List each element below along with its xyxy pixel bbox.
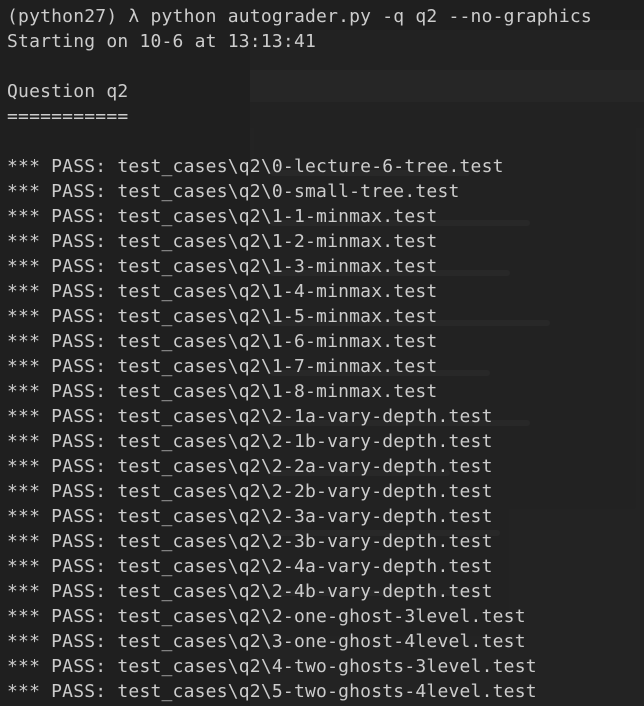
test-result-line: *** PASS: test_cases\q2\2-4b-vary-depth.… [7, 581, 493, 602]
test-result-line: *** PASS: test_cases\q2\2-3a-vary-depth.… [7, 506, 493, 527]
test-result-line: *** PASS: test_cases\q2\2-1b-vary-depth.… [7, 431, 493, 452]
test-result-line: *** PASS: test_cases\q2\1-3-minmax.test [7, 256, 438, 277]
blank-line [7, 129, 592, 154]
test-result-line: *** PASS: test_cases\q2\1-8-minmax.test [7, 381, 438, 402]
test-result-line: *** PASS: test_cases\q2\2-4a-vary-depth.… [7, 556, 493, 577]
test-result-line: *** PASS: test_cases\q2\2-3b-vary-depth.… [7, 531, 493, 552]
test-result-line: *** PASS: test_cases\q2\2-1a-vary-depth.… [7, 406, 493, 427]
test-result-line: *** PASS: test_cases\q2\1-1-minmax.test [7, 206, 438, 227]
test-result-line: *** PASS: test_cases\q2\2-2b-vary-depth.… [7, 481, 493, 502]
terminal-window[interactable]: (python27) λ python autograder.py -q q2 … [0, 0, 644, 706]
test-result-line: *** PASS: test_cases\q2\0-lecture-6-tree… [7, 156, 504, 177]
test-result-line: *** PASS: test_cases\q2\1-7-minmax.test [7, 356, 438, 377]
test-result-line: *** PASS: test_cases\q2\4-two-ghosts-3le… [7, 656, 537, 677]
start-line: Starting on 10-6 at 13:13:41 [7, 31, 317, 52]
terminal-output: (python27) λ python autograder.py -q q2 … [7, 0, 592, 704]
test-result-line: *** PASS: test_cases\q2\5-two-ghosts-4le… [7, 681, 537, 702]
test-result-line: *** PASS: test_cases\q2\1-4-minmax.test [7, 281, 438, 302]
test-result-line: *** PASS: test_cases\q2\1-2-minmax.test [7, 231, 438, 252]
blank-line [7, 54, 592, 79]
question-header: Question q2 [7, 81, 129, 102]
test-result-line: *** PASS: test_cases\q2\1-5-minmax.test [7, 306, 438, 327]
test-result-line: *** PASS: test_cases\q2\0-small-tree.tes… [7, 181, 460, 202]
prompt-line: (python27) λ python autograder.py -q q2 … [7, 6, 592, 27]
test-result-line: *** PASS: test_cases\q2\2-one-ghost-3lev… [7, 606, 526, 627]
test-result-line: *** PASS: test_cases\q2\2-2a-vary-depth.… [7, 456, 493, 477]
question-underline: =========== [7, 106, 129, 127]
test-result-line: *** PASS: test_cases\q2\3-one-ghost-4lev… [7, 631, 526, 652]
test-result-line: *** PASS: test_cases\q2\1-6-minmax.test [7, 331, 438, 352]
